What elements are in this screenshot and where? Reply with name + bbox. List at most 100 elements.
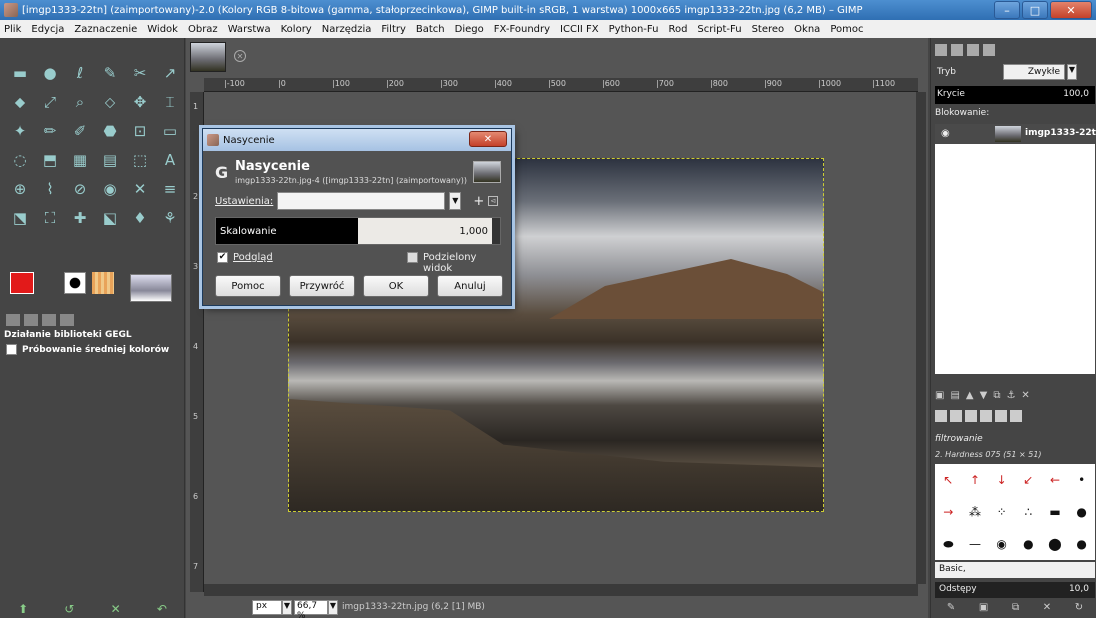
text-tool-icon[interactable]: A	[158, 149, 182, 171]
sample-average-option[interactable]: Próbowanie średniej kolorów	[6, 344, 169, 355]
warp-tool-icon[interactable]: ▤	[98, 149, 122, 171]
color-picker-tool-icon[interactable]: ⌕	[68, 91, 92, 113]
tool-presets-tab-icon[interactable]	[1010, 410, 1022, 422]
scale-spinner[interactable]	[492, 218, 500, 244]
cancel-button[interactable]: Anuluj	[437, 275, 503, 297]
brush-splatter-icon[interactable]: ∴	[1025, 505, 1033, 519]
spacing-slider[interactable]: Odstępy 10,0	[935, 582, 1095, 598]
rotate-tool-icon[interactable]: ✐	[68, 120, 92, 142]
dialog-close-button[interactable]: ✕	[469, 131, 507, 147]
free-select-tool-icon[interactable]: ℓ	[68, 62, 92, 84]
brushes-tab-icon[interactable]	[935, 410, 947, 422]
menu-item-tools[interactable]: Narzędzia	[322, 24, 372, 35]
menu-item-stereo[interactable]: Stereo	[752, 24, 785, 35]
unified-transform-tool-icon[interactable]: ▦	[68, 149, 92, 171]
bucket-fill-tool-icon[interactable]: ⊕	[8, 178, 32, 200]
menu-item-help[interactable]: Pomoc	[830, 24, 863, 35]
paintbrush-tool-icon[interactable]: ⊘	[68, 178, 92, 200]
active-image-preview[interactable]	[130, 274, 172, 302]
ok-button[interactable]: OK	[363, 275, 429, 297]
scissors-tool-icon[interactable]: ↗	[158, 62, 182, 84]
delete-layer-icon[interactable]: ✕	[1021, 390, 1029, 404]
maximize-button[interactable]: □	[1022, 1, 1048, 19]
brush-ellipse-icon[interactable]: ⬬	[943, 537, 953, 552]
menu-item-script-fu[interactable]: Script-Fu	[697, 24, 741, 35]
clone-tool-icon[interactable]: ⛶	[38, 207, 62, 229]
color-swatches[interactable]	[10, 272, 44, 304]
mode-combobox[interactable]: Zwykłe	[1003, 64, 1065, 80]
align-tool-icon[interactable]: ✦	[8, 120, 32, 142]
close-window-button[interactable]: ✕	[1050, 1, 1092, 19]
brush-splatter-icon[interactable]: ⁂	[969, 505, 981, 519]
scale-slider[interactable]: Skalowanie 1,000	[215, 217, 501, 245]
color-select-tool-icon[interactable]: ✂	[128, 62, 152, 84]
airbrush-tool-icon[interactable]: ✕	[128, 178, 152, 200]
patterns-tab-icon[interactable]	[950, 410, 962, 422]
foreground-select-tool-icon[interactable]: ⬥	[8, 91, 32, 113]
scale-tool-icon[interactable]: ⬣	[98, 120, 122, 142]
menu-item-windows[interactable]: Okna	[794, 24, 820, 35]
edit-brush-icon[interactable]: ✎	[947, 602, 955, 616]
anchor-layer-icon[interactable]: ⚓	[1006, 390, 1015, 404]
scale-value[interactable]: 1,000	[459, 226, 488, 237]
ink-tool-icon[interactable]: ≡	[158, 178, 182, 200]
perspective-tool-icon[interactable]: ▭	[158, 120, 182, 142]
split-view-label[interactable]: Podzielony widok	[423, 252, 503, 274]
brush-arrow-icon[interactable]: ←	[1050, 473, 1060, 487]
brush-filter-field[interactable]: filtrowanie	[935, 434, 1095, 448]
image-tab-thumbnail[interactable]	[190, 42, 226, 72]
fonts-tab-icon[interactable]	[965, 410, 977, 422]
brush-arrow-icon[interactable]: →	[943, 505, 953, 519]
help-button[interactable]: Pomoc	[215, 275, 281, 297]
crop-tool-icon[interactable]: ✏	[38, 120, 62, 142]
brush-arrow-icon[interactable]: ↙	[1023, 473, 1033, 487]
brush-arrow-icon[interactable]: ↑	[970, 473, 980, 487]
paths-tool-icon[interactable]: ⤢	[38, 91, 62, 113]
cage-tool-icon[interactable]: ⬒	[38, 149, 62, 171]
add-preset-icon[interactable]: +	[473, 194, 484, 209]
menu-item-rod[interactable]: Rod	[668, 24, 687, 35]
heal-tool-icon[interactable]: ✚	[68, 207, 92, 229]
undo-history-tab[interactable]	[42, 314, 56, 326]
fuzzy-select-tool-icon[interactable]: ✎	[98, 62, 122, 84]
restore-options-icon[interactable]: ↺	[64, 602, 74, 616]
brush-hardness-icon[interactable]: ⬤	[1048, 537, 1061, 551]
menu-item-image[interactable]: Obraz	[188, 24, 218, 35]
duplicate-brush-icon[interactable]: ⧉	[1012, 602, 1019, 616]
foreground-color[interactable]	[10, 272, 34, 294]
eraser-tool-icon[interactable]: ◉	[98, 178, 122, 200]
horizontal-scrollbar[interactable]	[204, 584, 918, 596]
minimize-button[interactable]: –	[994, 1, 1020, 19]
lower-layer-icon[interactable]: ▼	[980, 390, 988, 404]
ellipse-select-tool-icon[interactable]: ●	[38, 62, 62, 84]
active-brush-preview[interactable]	[64, 272, 86, 294]
spacing-value[interactable]: 10,0	[1069, 584, 1089, 594]
brush-blob-icon[interactable]: •	[1078, 473, 1085, 487]
gradients-tab-icon[interactable]	[980, 410, 992, 422]
menu-item-file[interactable]: Plik	[4, 24, 21, 35]
zoom-dropdown-icon[interactable]: ▼	[328, 600, 338, 615]
flip-tool-icon[interactable]: ◌	[8, 149, 32, 171]
channels-tab-icon[interactable]	[951, 44, 963, 56]
rect-select-tool-icon[interactable]: ▬	[8, 62, 32, 84]
menu-item-view[interactable]: Widok	[147, 24, 178, 35]
mode-dropdown-icon[interactable]: ▼	[1067, 64, 1077, 80]
brush-arrow-icon[interactable]: ↓	[997, 473, 1007, 487]
brush-splatter-icon[interactable]: ⁘	[997, 505, 1007, 519]
delete-options-icon[interactable]: ✕	[111, 602, 121, 616]
presets-menu-icon[interactable]: ⊲	[488, 196, 499, 206]
layer-row[interactable]: ◉ imgp1333-22tn.	[935, 124, 1096, 144]
new-group-icon[interactable]: ▤	[950, 390, 959, 404]
brush-arrow-icon[interactable]: ↖	[943, 473, 953, 487]
layers-tab-icon[interactable]	[935, 44, 947, 56]
close-image-tab-icon[interactable]: ✕	[234, 50, 246, 62]
opacity-value[interactable]: 100,0	[1063, 89, 1089, 99]
presets-combobox[interactable]	[277, 192, 446, 210]
delete-brush-icon[interactable]: ✕	[1043, 602, 1051, 616]
horizontal-ruler[interactable]: |-100 |0 |100 |200 |300 |400 |500 |600 |…	[204, 78, 918, 92]
menu-item-iccii-fx[interactable]: ICCII FX	[560, 24, 599, 35]
new-brush-icon[interactable]: ▣	[979, 602, 988, 616]
save-options-icon[interactable]: ⬆	[18, 602, 28, 616]
brush-line-icon[interactable]: —	[969, 537, 981, 551]
device-status-tab[interactable]	[24, 314, 38, 326]
